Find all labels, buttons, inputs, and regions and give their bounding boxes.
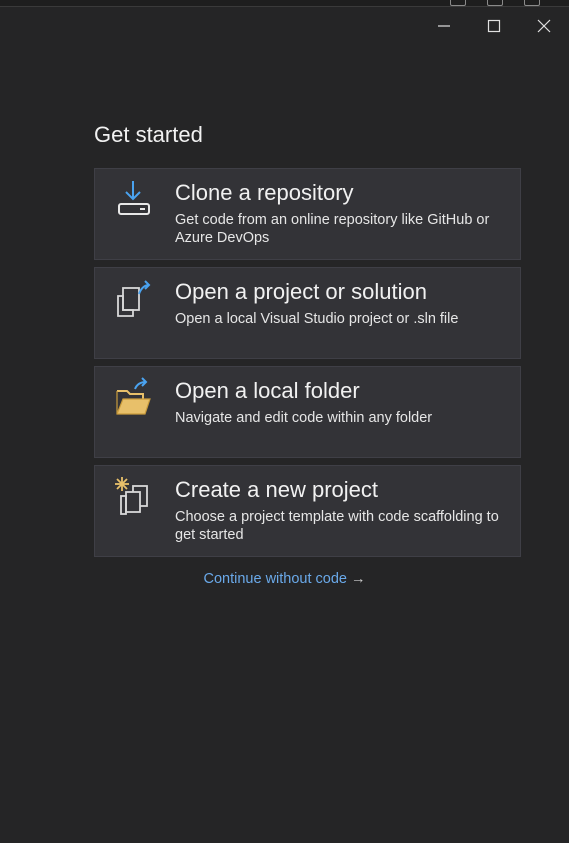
close-button[interactable]	[519, 12, 569, 40]
create-project-card[interactable]: Create a new project Choose a project te…	[94, 465, 521, 557]
card-description: Get code from an online repository like …	[175, 212, 490, 246]
continue-label: Continue without code	[203, 571, 348, 587]
page-title: Get started	[94, 122, 203, 147]
download-drive-icon	[118, 181, 150, 215]
toolbar-icon	[450, 0, 466, 6]
open-folder-card[interactable]: Open a local folder Navigate and edit co…	[94, 366, 521, 458]
window-controls	[419, 12, 569, 40]
title-bar-strip	[0, 0, 569, 7]
toolbar-icon	[487, 0, 503, 6]
minimize-icon	[438, 25, 450, 27]
clone-repository-card[interactable]: Clone a repository Get code from an onli…	[94, 168, 521, 260]
continue-without-code-link[interactable]: Continue without code →	[0, 571, 569, 587]
card-title: Create a new project	[175, 477, 378, 502]
toolbar-icon	[524, 0, 540, 6]
open-project-icon	[117, 280, 151, 317]
maximize-icon	[487, 19, 501, 33]
card-title: Open a project or solution	[175, 279, 427, 304]
minimize-button[interactable]	[419, 12, 469, 40]
new-project-icon	[115, 477, 148, 515]
open-folder-icon	[116, 377, 151, 415]
card-description: Open a local Visual Studio project or .s…	[175, 311, 459, 327]
card-title: Clone a repository	[175, 180, 354, 205]
card-description: Navigate and edit code within any folder	[175, 410, 433, 426]
maximize-button[interactable]	[469, 12, 519, 40]
arrow-right-icon: →	[351, 571, 366, 587]
open-project-card[interactable]: Open a project or solution Open a local …	[94, 267, 521, 359]
card-title: Open a local folder	[175, 378, 360, 403]
card-description: Choose a project template with code scaf…	[175, 509, 499, 543]
close-icon	[537, 19, 551, 33]
